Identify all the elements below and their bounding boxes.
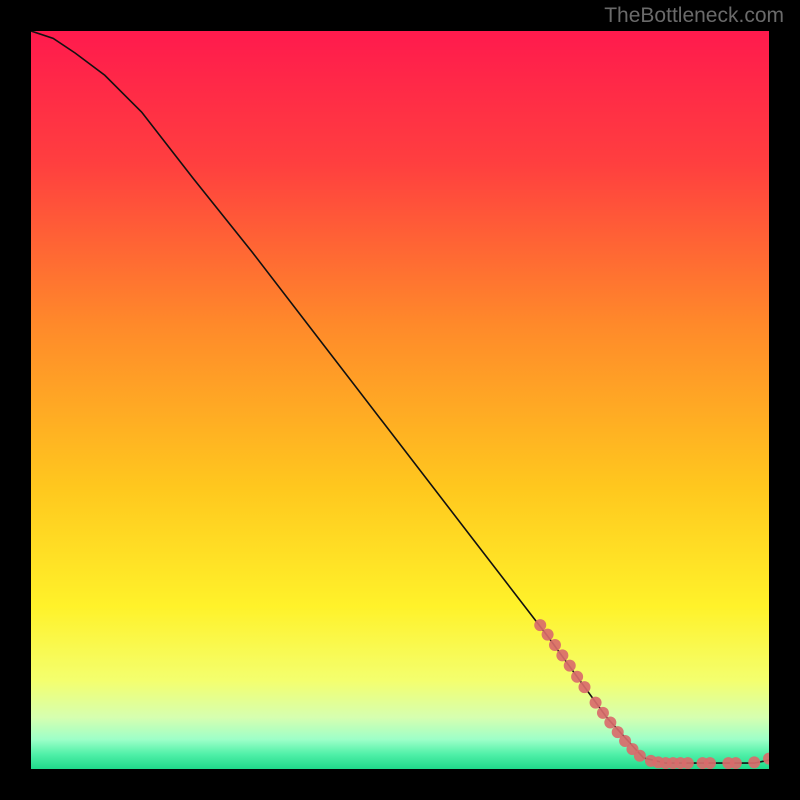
data-point [604,717,616,729]
data-point [534,619,546,631]
data-point [579,681,591,693]
data-point [564,660,576,672]
data-point [571,671,583,683]
data-point [590,697,602,709]
data-point [597,707,609,719]
data-point [748,756,760,768]
data-point [704,757,716,769]
data-point [730,757,742,769]
watermark-text: TheBottleneck.com [604,4,784,28]
data-point [556,649,568,661]
gradient-background [31,31,769,769]
chart-container: TheBottleneck.com [0,0,800,800]
plot-area [31,31,769,769]
data-point [542,629,554,641]
chart-svg [31,31,769,769]
data-point [682,757,694,769]
data-point [549,639,561,651]
data-point [634,750,646,762]
